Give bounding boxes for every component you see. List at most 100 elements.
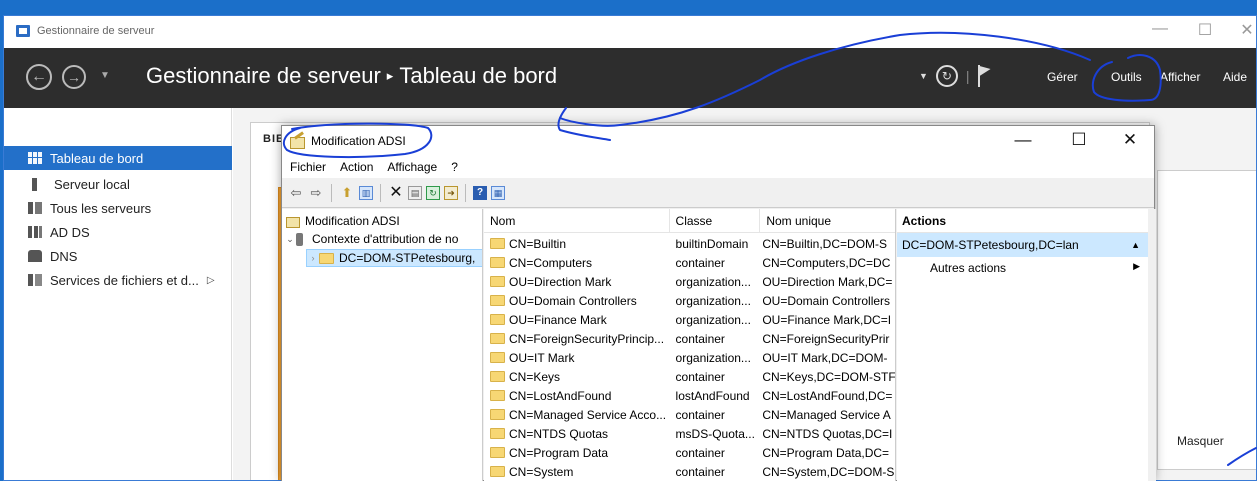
sidebar-item-all-servers[interactable]: Tous les serveurs xyxy=(4,196,232,220)
cell-name: CN=Program Data xyxy=(484,446,670,460)
toolbar-divider xyxy=(465,183,466,202)
tree-label: Contexte d'attribution de no xyxy=(312,232,459,246)
table-row[interactable]: CN=Builtin builtinDomain CN=Builtin,DC=DOM… xyxy=(484,234,895,253)
list-header: Nom Classe Nom unique xyxy=(484,209,895,233)
table-row[interactable]: CN=System container CN=System,DC=DOM-S xyxy=(484,462,895,481)
menu-file[interactable]: Fichier xyxy=(290,160,326,174)
hide-link[interactable]: Masquer xyxy=(1177,434,1224,448)
column-header-name[interactable]: Nom xyxy=(484,209,670,233)
menu-tools[interactable]: Outils xyxy=(1111,70,1142,84)
up-folder-icon[interactable]: ⬆ xyxy=(339,185,355,201)
tree-node-context[interactable]: ⌄ Contexte d'attribution de no xyxy=(284,230,458,248)
table-row[interactable]: CN=Program Data container CN=Program Data,… xyxy=(484,443,895,462)
properties-icon[interactable]: ▤ xyxy=(408,185,422,200)
cell-name: CN=LostAndFound xyxy=(484,389,670,403)
table-row[interactable]: OU=IT Mark organization... OU=IT Mark,DC=D… xyxy=(484,348,895,367)
folder-icon xyxy=(490,447,505,458)
cell-name-text: OU=Domain Controllers xyxy=(509,293,637,308)
chevron-right-icon[interactable]: ▷ xyxy=(207,275,215,286)
table-row[interactable]: CN=LostAndFound lostAndFound CN=LostAndFou… xyxy=(484,386,895,405)
cell-class: organization... xyxy=(675,350,751,365)
adsi-close-button[interactable]: ✕ xyxy=(1115,130,1145,150)
tree-label: Modification ADSI xyxy=(305,214,400,228)
console-tree: Modification ADSI ⌄ Contexte d'attributi… xyxy=(282,209,483,481)
cell-class: container xyxy=(675,464,725,479)
sidebar-item-local-server[interactable]: Serveur local xyxy=(4,172,232,196)
cell-name: CN=Keys xyxy=(484,370,670,384)
cell-dn: CN=Program Data,DC= xyxy=(762,445,890,460)
adsi-minimize-button[interactable]: — xyxy=(1008,130,1038,150)
back-arrow-icon[interactable]: ← xyxy=(26,64,52,90)
table-row[interactable]: CN=Keys container CN=Keys,DC=DOM-STF xyxy=(484,367,895,386)
actions-pane: Actions DC=DOM-STPetesbourg,DC=lan ▲ Aut… xyxy=(897,209,1148,481)
show-hide-action-pane-icon[interactable]: ▦ xyxy=(491,185,505,200)
chevron-right-icon[interactable]: › xyxy=(307,253,319,263)
refresh-icon[interactable]: ↻ xyxy=(426,185,440,200)
column-header-dn[interactable]: Nom unique xyxy=(760,209,895,233)
back-arrow-icon[interactable]: ⇦ xyxy=(288,185,304,201)
folder-icon xyxy=(490,466,505,477)
show-hide-console-tree-icon[interactable]: ▥ xyxy=(359,185,373,200)
cell-class: builtinDomain xyxy=(675,236,749,251)
cell-class: container xyxy=(675,255,725,270)
adsi-edit-window: Modification ADSI — ☐ ✕ Fichier Action A… xyxy=(281,125,1156,481)
sidebar-item-dashboard[interactable]: Tableau de bord xyxy=(4,146,232,170)
menu-manage[interactable]: Gérer xyxy=(1047,70,1078,84)
menu-help[interactable]: Aide xyxy=(1223,70,1247,84)
sidebar-item-file-services[interactable]: Services de fichiers et d... ▷ xyxy=(4,268,232,292)
table-row[interactable]: OU=Direction Mark organization... OU=Direc… xyxy=(484,272,895,291)
cell-name: OU=Domain Controllers xyxy=(484,294,670,308)
cell-name-text: OU=IT Mark xyxy=(509,350,575,365)
notification-flag-icon[interactable] xyxy=(977,65,992,87)
more-actions-item[interactable]: Autres actions xyxy=(930,261,1006,275)
tree-root-adsi[interactable]: Modification ADSI xyxy=(286,212,400,230)
server-manager-header: ← → ▼ Gestionnaire de serveur ▸ Tableau de… xyxy=(4,48,1256,108)
delete-icon[interactable]: ✕ xyxy=(388,184,404,201)
adsi-maximize-button[interactable]: ☐ xyxy=(1064,130,1094,150)
cell-class: container xyxy=(675,407,725,422)
cell-name-text: CN=System xyxy=(509,464,574,479)
chevron-down-icon[interactable]: ⌄ xyxy=(284,234,296,245)
table-row[interactable]: CN=Managed Service Acco... container CN=Ma… xyxy=(484,405,895,424)
forward-arrow-icon[interactable]: ⇨ xyxy=(308,185,324,201)
collapse-caret-icon[interactable]: ▲ xyxy=(1131,233,1140,257)
sidebar-item-label: AD DS xyxy=(50,224,90,240)
folder-icon xyxy=(490,371,505,382)
maximize-button[interactable]: ☐ xyxy=(1190,20,1220,40)
menu-view[interactable]: Afficher xyxy=(1160,70,1200,84)
table-row[interactable]: OU=Domain Controllers organization... OU=D… xyxy=(484,291,895,310)
table-row[interactable]: OU=Finance Mark organization... OU=Finance… xyxy=(484,310,895,329)
refresh-icon[interactable]: ↻ xyxy=(935,65,958,87)
sidebar-item-dns[interactable]: DNS xyxy=(4,244,232,268)
sidebar-item-label: Services de fichiers et d... xyxy=(50,272,199,288)
folder-icon xyxy=(319,252,334,264)
tree-label: DC=DOM-STPetesbourg, xyxy=(339,251,476,265)
column-header-class[interactable]: Classe xyxy=(670,209,761,233)
table-row[interactable]: CN=ForeignSecurityPrincip... container CN=… xyxy=(484,329,895,348)
export-list-icon[interactable]: ➜ xyxy=(444,185,458,200)
actions-selected-object[interactable]: DC=DOM-STPetesbourg,DC=lan ▲ xyxy=(897,233,1148,257)
cell-dn: CN=Keys,DC=DOM-STF xyxy=(762,369,895,384)
cell-name-text: CN=Computers xyxy=(509,255,593,270)
menu-help-question[interactable]: ? xyxy=(451,160,458,174)
sidebar-item-label: Tous les serveurs xyxy=(50,200,152,216)
table-row[interactable]: CN=Computers container CN=Computers,DC=DC xyxy=(484,253,895,272)
chevron-right-icon[interactable]: ▶ xyxy=(1133,261,1140,272)
cell-class: container xyxy=(675,445,725,460)
folder-icon xyxy=(490,409,505,420)
sidebar-item-ad-ds[interactable]: AD DS xyxy=(4,220,232,244)
tree-node-domain[interactable]: › DC=DOM-STPetesbourg, xyxy=(306,249,482,267)
menu-display[interactable]: Affichage xyxy=(387,160,437,174)
minimize-button[interactable]: — xyxy=(1145,20,1175,38)
table-row[interactable]: CN=NTDS Quotas msDS-Quota... CN=NTDS Quota… xyxy=(484,424,895,443)
header-section-name: Tableau de bord xyxy=(399,63,558,88)
actions-header: Actions xyxy=(897,209,1148,233)
forward-arrow-icon[interactable]: → xyxy=(62,65,86,89)
help-icon[interactable]: ? xyxy=(473,185,487,200)
chevron-down-icon[interactable]: ▼ xyxy=(100,70,110,81)
refresh-dropdown-icon[interactable]: ▼ xyxy=(919,71,928,81)
menu-action[interactable]: Action xyxy=(340,160,373,174)
close-button[interactable]: ✕ xyxy=(1232,20,1256,40)
cell-class: organization... xyxy=(675,293,751,308)
page-title: Gestionnaire de serveur ▸ Tableau de bord xyxy=(146,63,557,89)
